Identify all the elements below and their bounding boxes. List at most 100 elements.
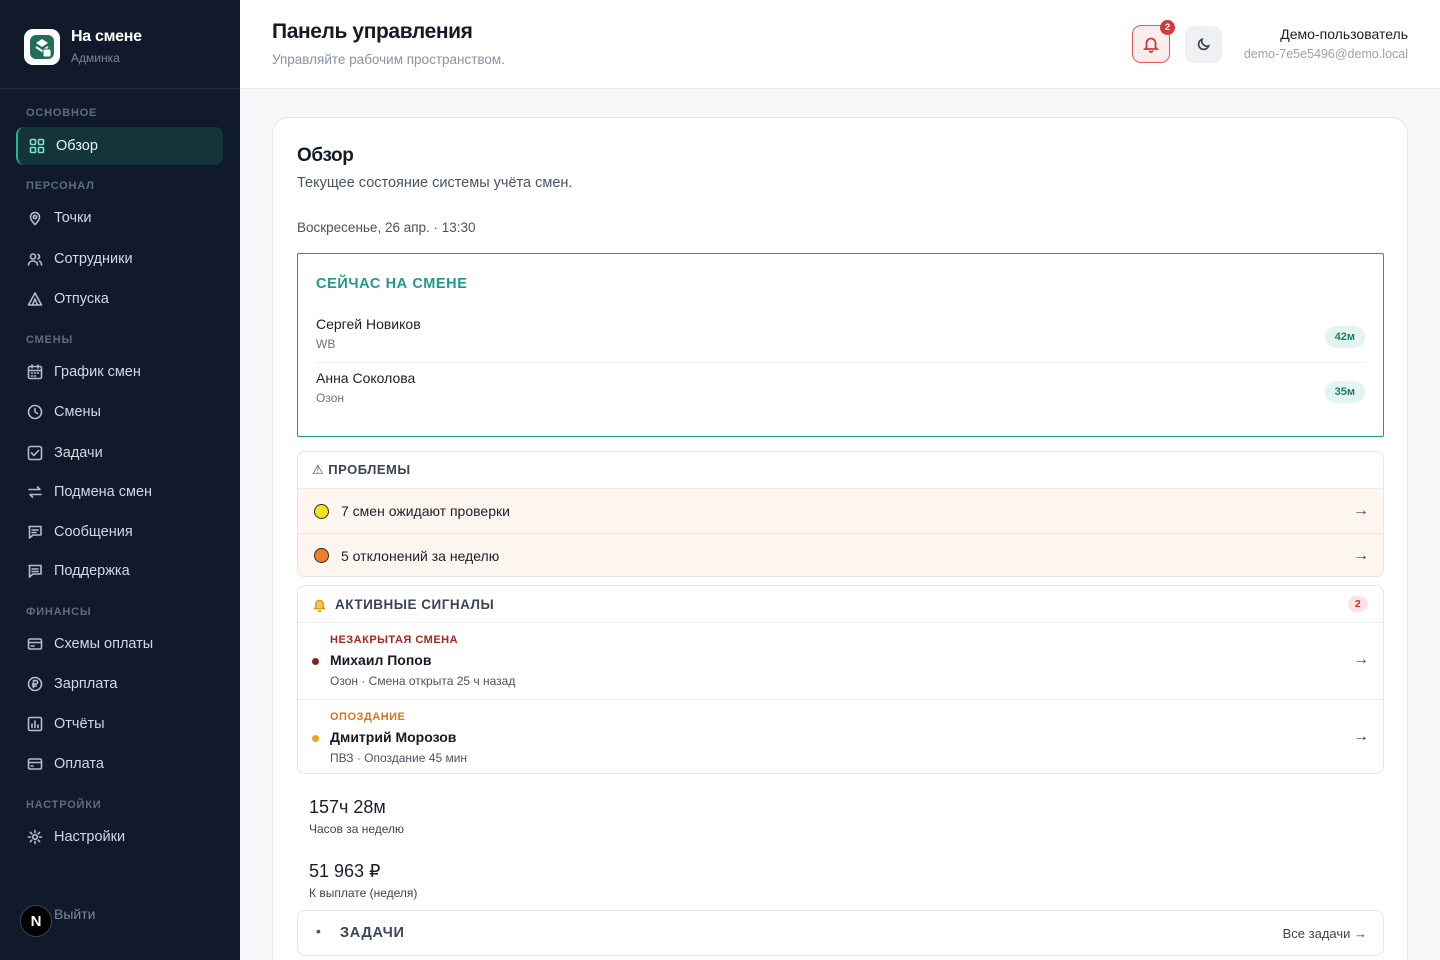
sidebar-item-tasks[interactable]: Задачи: [16, 434, 223, 472]
yellow-status-dot: [314, 503, 329, 519]
sidebar-item-label: Зарплата: [54, 676, 118, 692]
user-email: demo-7e5e5496@demo.local: [1243, 47, 1408, 61]
collapse-dot-icon: •: [316, 923, 321, 939]
problem-row-pending-review[interactable]: 7 смен ожидают проверки →: [298, 489, 1383, 533]
signal-employee-name: Дмитрий Морозов: [330, 729, 457, 745]
user-name[interactable]: Демо-пользователь: [1280, 26, 1408, 42]
tent-icon: [27, 291, 43, 307]
sidebar-item-label: Смены: [54, 404, 101, 420]
clock-icon: [27, 404, 43, 420]
signal-type: НЕЗАКРЫТАЯ СМЕНА: [330, 634, 459, 646]
checkbox-icon: [27, 445, 43, 461]
employee-name: Сергей Новиков: [316, 316, 421, 332]
tasks-panel[interactable]: • ЗАДАЧИ Все задачи →: [297, 910, 1384, 956]
sidebar-item-label: Схемы оплаты: [54, 636, 154, 652]
signal-row-unclosed-shift[interactable]: НЕЗАКРЫТАЯ СМЕНА Михаил Попов Озон · Сме…: [298, 623, 1383, 699]
coin-icon: [27, 676, 43, 692]
theme-toggle-button[interactable]: [1185, 26, 1222, 63]
sidebar-item-label: Подмена смен: [54, 484, 153, 500]
arrow-right-icon: →: [1353, 651, 1369, 668]
signals-title: АКТИВНЫЕ СИГНАЛЫ: [335, 596, 495, 612]
map-pin-icon: [27, 210, 43, 226]
section-label-shifts: СМЕНЫ: [26, 334, 74, 346]
grid-icon: [29, 138, 45, 154]
notifications-button[interactable]: 2: [1132, 20, 1175, 63]
calendar-icon: [27, 364, 43, 380]
sidebar-item-label: График смен: [54, 364, 141, 380]
all-tasks-link[interactable]: Все задачи →: [1283, 926, 1367, 941]
problem-text: 7 смен ожидают проверки: [341, 503, 510, 519]
amber-status-dot: [312, 735, 319, 742]
sidebar-item-label: Оплата: [54, 756, 104, 772]
signal-type: ОПОЗДАНИЕ: [330, 711, 406, 723]
sidebar-item-label: Настройки: [54, 829, 126, 845]
tasks-title: ЗАДАЧИ: [340, 925, 405, 941]
sidebar-item-support[interactable]: Поддержка: [16, 552, 223, 590]
logout-button[interactable]: N Выйти: [20, 905, 95, 937]
sidebar-item-label: Обзор: [56, 138, 98, 154]
on-shift-title: СЕЙЧАС НА СМЕНЕ: [316, 276, 468, 292]
sidebar-item-shifts[interactable]: Смены: [16, 393, 223, 431]
page-subtitle: Управляйте рабочим пространством.: [272, 52, 505, 67]
signals-count-badge: 2: [1348, 596, 1368, 612]
sidebar-item-label: Задачи: [54, 445, 103, 461]
employee-name: Анна Соколова: [316, 370, 416, 386]
arrow-right-icon: →: [1353, 728, 1369, 745]
signal-detail: ПВЗ · Опоздание 45 мин: [330, 751, 468, 765]
sidebar-item-payment[interactable]: Оплата: [16, 745, 223, 783]
sidebar-item-reports[interactable]: Отчёты: [16, 705, 223, 743]
section-label-staff: ПЕРСОНАЛ: [26, 180, 95, 192]
sidebar: На смене Админка ОСНОВНОЕ Обзор ПЕРСОНАЛ…: [0, 0, 240, 960]
bell-icon: [1142, 37, 1160, 53]
gear-icon: [27, 829, 43, 845]
arrow-right-icon: →: [1353, 502, 1369, 519]
message-icon: [27, 524, 43, 540]
on-shift-row[interactable]: Анна Соколова Озон 35м: [316, 370, 1365, 422]
weekly-payout-value: 51 963 ₽: [309, 861, 381, 881]
sidebar-item-overview[interactable]: Обзор: [16, 127, 223, 165]
brand-logo-icon: [24, 28, 60, 65]
signal-row-late[interactable]: ОПОЗДАНИЕ Дмитрий Морозов ПВЗ · Опоздани…: [298, 699, 1383, 773]
problem-row-deviations[interactable]: 5 отклонений за неделю →: [298, 533, 1383, 576]
problem-text: 5 отклонений за неделю: [341, 547, 500, 564]
on-shift-panel: СЕЙЧАС НА СМЕНЕ Сергей Новиков WB 42м Ан…: [297, 253, 1384, 437]
notifications-count-badge: 2: [1160, 20, 1175, 35]
sidebar-item-salary[interactable]: Зарплата: [16, 665, 223, 703]
problems-title: ⚠ ПРОБЛЕМЫ: [298, 452, 1383, 489]
sidebar-item-label: Отчёты: [54, 716, 105, 732]
wallet-icon: [27, 756, 43, 772]
moon-icon: [1197, 37, 1211, 51]
red-status-dot: [312, 658, 319, 665]
sidebar-item-label: Точки: [54, 210, 92, 226]
section-label-settings: НАСТРОЙКИ: [26, 799, 102, 811]
problems-panel: ⚠ ПРОБЛЕМЫ 7 смен ожидают проверки → 5 о…: [297, 451, 1384, 577]
current-datetime: Воскресенье, 26 апр. · 13:30: [297, 220, 476, 235]
sidebar-item-employees[interactable]: Сотрудники: [16, 240, 223, 278]
page-title: Панель управления: [272, 20, 473, 43]
weekly-hours-label: Часов за неделю: [309, 822, 405, 836]
signal-employee-name: Михаил Попов: [330, 652, 432, 668]
users-icon: [27, 251, 43, 267]
sidebar-item-label: Сотрудники: [54, 251, 133, 267]
overview-card: Обзор Текущее состояние системы учёта см…: [272, 117, 1408, 960]
top-header: Панель управления Управляйте рабочим про…: [240, 0, 1440, 89]
bell-icon: [312, 599, 327, 612]
shift-duration-badge: 35м: [1324, 381, 1365, 403]
sidebar-item-points[interactable]: Точки: [16, 199, 223, 237]
sidebar-item-messages[interactable]: Сообщения: [16, 513, 223, 551]
swap-icon: [27, 484, 43, 500]
sidebar-item-schedule[interactable]: График смен: [16, 353, 223, 391]
weekly-hours-value: 157ч 28м: [309, 797, 386, 817]
employee-location: Озон: [316, 391, 345, 405]
sidebar-item-pay-schemes[interactable]: Схемы оплаты: [16, 625, 223, 663]
overview-title: Обзор: [297, 145, 354, 166]
signal-detail: Озон · Смена открыта 25 ч назад: [330, 674, 516, 688]
brand[interactable]: На смене Админка: [24, 28, 142, 65]
on-shift-row[interactable]: Сергей Новиков WB 42м: [316, 316, 1365, 368]
sidebar-item-swap[interactable]: Подмена смен: [16, 473, 223, 511]
section-label-finance: ФИНАНСЫ: [26, 606, 92, 618]
brand-title: На смене: [71, 28, 142, 45]
employee-location: WB: [316, 337, 336, 351]
sidebar-item-vacations[interactable]: Отпуска: [16, 280, 223, 318]
sidebar-item-settings[interactable]: Настройки: [16, 818, 223, 856]
